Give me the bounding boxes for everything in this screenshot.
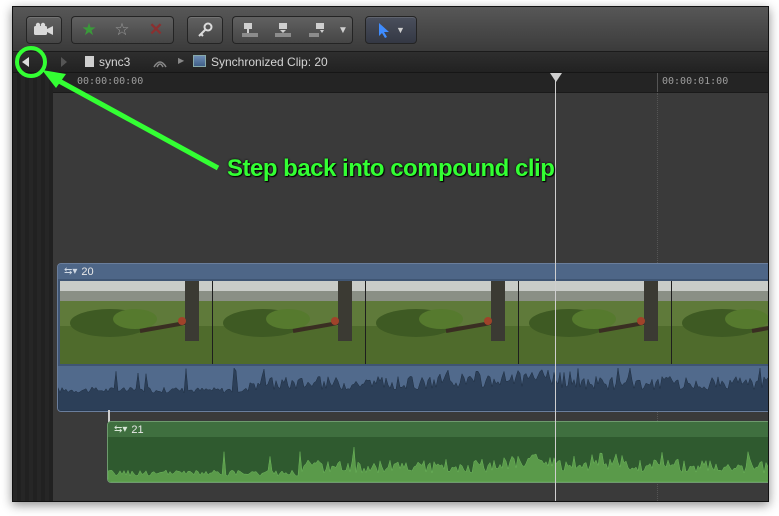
annotation-circle [15, 46, 47, 78]
annotation-overlay [15, 46, 220, 171]
annotation-text: Step back into compound clip [227, 155, 555, 182]
annotation-arrow-line [48, 73, 220, 171]
